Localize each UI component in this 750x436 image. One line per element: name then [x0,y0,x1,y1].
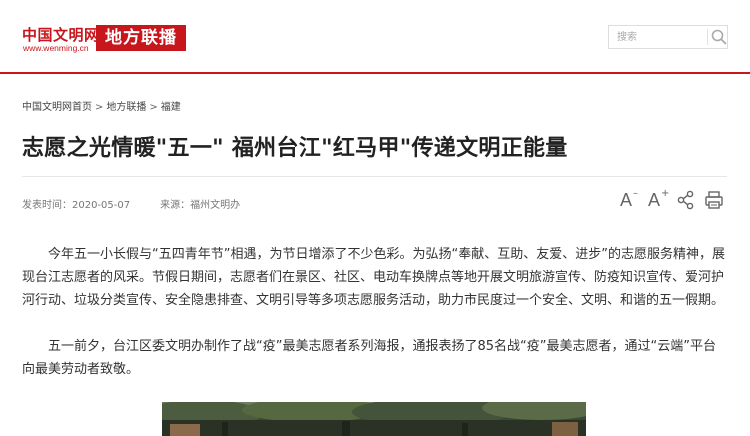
font-increase-icon[interactable]: A + [648,188,670,212]
browser-top-strip [0,0,750,8]
article-photo [162,402,586,436]
page: 中国文明网 www.wenming.cn 地方联播 中国文明网首页>地方联播>福… [0,0,750,436]
search-divider [707,29,708,45]
logo-title: 中国文明网 [22,26,100,44]
article-title: 志愿之光情暖"五一" 福州台江"红马甲"传递文明正能量 [22,136,568,161]
breadcrumb-separator: > [149,102,158,113]
font-decrease-icon[interactable]: A – [620,188,642,212]
search-box [608,25,728,49]
breadcrumb-separator: > [95,102,104,113]
article-body: 今年五一小长假与“五四青年节”相遇，为节日增添了不少色彩。为弘扬“奉献、互助、友… [22,243,728,404]
article-tools: A – A + [618,188,728,212]
site-header: 中国文明网 www.wenming.cn 地方联播 [0,8,750,72]
title-divider [22,176,727,177]
source-value: 福州文明办 [190,200,241,211]
source-label: 来源： [160,200,191,211]
channel-badge[interactable]: 地方联播 [96,25,186,51]
article-paragraph: 五一前夕，台江区委文明办制作了战“疫”最美志愿者系列海报，通报表扬了85名战“疫… [22,339,716,377]
logo-url: www.wenming.cn [23,43,89,53]
share-icon[interactable] [676,188,696,212]
search-icon[interactable] [710,28,728,46]
breadcrumb-home[interactable]: 中国文明网首页 [22,102,92,113]
breadcrumb-region[interactable]: 福建 [161,102,181,113]
breadcrumb-channel[interactable]: 地方联播 [106,102,146,113]
site-logo[interactable]: 中国文明网 www.wenming.cn [22,24,99,58]
publish-date: 2020-05-07 [72,200,131,211]
header-divider [0,72,750,74]
breadcrumb: 中国文明网首页 > 地方联播 > 福建 [22,98,181,113]
article-paragraph: 今年五一小长假与“五四青年节”相遇，为节日增添了不少色彩。为弘扬“奉献、互助、友… [22,247,725,308]
publish-date-label: 发表时间： [22,200,72,211]
photo-scene [162,402,586,436]
article-meta: 发表时间：2020-05-07 来源：福州文明办 [22,196,240,211]
print-icon[interactable] [704,188,724,212]
search-input[interactable] [609,26,713,48]
